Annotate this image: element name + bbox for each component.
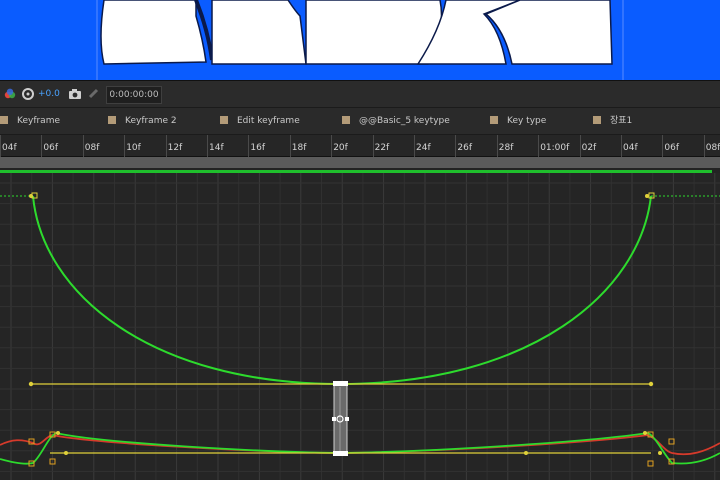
ruler-tick-line	[538, 135, 540, 157]
ruler-tick-line	[248, 135, 250, 157]
ruler-tick-line	[455, 135, 457, 157]
ruler-tick-label: 24f	[416, 143, 431, 153]
label-text: Key type	[507, 116, 547, 126]
ruler-tick-label: 02f	[581, 143, 597, 153]
label-text: Edit keyframe	[237, 116, 300, 126]
ruler-tick-line	[414, 135, 415, 157]
label-item-keyframe-2[interactable]: Keyframe 2	[108, 114, 177, 128]
label-text: 장표1	[610, 116, 633, 126]
ruler-tick-label: 08f	[84, 143, 100, 153]
ruler-tick-line	[289, 135, 291, 157]
label-item-basic-keytype[interactable]: @@Basic_5 keytype	[342, 114, 450, 128]
selection-handle-bottom[interactable]	[333, 451, 348, 456]
handle-point[interactable]	[648, 381, 654, 387]
ruler-tick-label: 08f	[705, 143, 720, 153]
ruler-tick-label: 10f	[126, 143, 141, 153]
label-swatch	[593, 116, 601, 124]
handle-point[interactable]	[56, 431, 60, 435]
label-swatch	[490, 116, 498, 124]
ruler-tick-line	[579, 135, 581, 157]
link-icon[interactable]	[88, 86, 100, 102]
label-item-edit-keyframe[interactable]: Edit keyframe	[220, 114, 300, 128]
ruler-tick-line	[331, 135, 333, 157]
handle-point[interactable]	[64, 451, 68, 455]
handle-point[interactable]	[643, 431, 647, 435]
label-swatch	[342, 116, 350, 124]
ruler-tick-label: 06f	[664, 143, 680, 153]
ruler-tick-label: 26f	[457, 143, 473, 153]
ruler-tick-label: 04f	[623, 143, 638, 153]
label-text: Keyframe 2	[125, 116, 177, 126]
white-shape	[484, 0, 613, 65]
label-item-slide-1[interactable]: 장표1	[593, 114, 632, 128]
label-swatch	[0, 116, 8, 124]
timecode-field[interactable]: 0:00:00:00	[106, 86, 162, 104]
selection-handle-right[interactable]	[345, 417, 349, 421]
label-swatch	[108, 116, 116, 124]
label-item-key-type[interactable]: Key type	[490, 114, 546, 128]
graph-editor[interactable]	[0, 173, 720, 480]
graph-canvas[interactable]	[0, 173, 720, 480]
ruler-tick-line	[82, 135, 84, 157]
handle-point[interactable]	[645, 194, 649, 198]
camera-icon[interactable]	[68, 86, 82, 102]
ruler-tick-line	[662, 135, 664, 157]
handle-point[interactable]	[524, 451, 528, 455]
ruler-tick-label: 04f	[2, 143, 17, 153]
ruler-tick-line	[621, 135, 622, 157]
exposure-icon[interactable]	[22, 86, 34, 102]
time-navigator[interactable]	[0, 157, 720, 168]
white-shape	[211, 0, 307, 65]
ruler-tick-line	[496, 135, 498, 157]
label-item-keyframe[interactable]: Keyframe	[0, 114, 60, 128]
time-ruler[interactable]: 04f 06f 08f 10f 12f 14f 16f 18f 20f 22f 24f 26f 28f 0…	[0, 135, 720, 157]
label-text: @@Basic_5 keytype	[359, 116, 450, 126]
ruler-tick-label: 14f	[209, 143, 224, 153]
ruler-tick-line	[165, 135, 167, 157]
ruler-tick-line	[372, 135, 374, 157]
ruler-tick-line	[207, 135, 208, 157]
exposure-value[interactable]: +0.0	[38, 86, 60, 102]
label-text: Keyframe	[17, 116, 61, 126]
preview-artwork	[96, 0, 624, 80]
selection-handle-left[interactable]	[332, 417, 336, 421]
timeline-toolbar: +0.0 0:00:00:00	[0, 80, 720, 107]
ruler-tick-label: 01:00f	[540, 143, 570, 153]
ruler-tick-label: 20f	[333, 143, 348, 153]
handle-point[interactable]	[28, 381, 34, 387]
selection-handle-top[interactable]	[333, 381, 348, 386]
white-shape	[100, 0, 207, 65]
speed-curve-green-lower[interactable]	[0, 432, 720, 465]
ruler-tick-label: 22f	[374, 143, 390, 153]
ruler-tick-line	[703, 135, 705, 157]
handle-point[interactable]	[658, 451, 662, 455]
ruler-tick-line	[0, 135, 1, 157]
ruler-tick-line	[124, 135, 126, 157]
ruler-tick-label: 12f	[167, 143, 183, 153]
ruler-tick-label: 28f	[498, 143, 514, 153]
color-wheel-icon[interactable]	[4, 86, 16, 102]
graph-grid	[0, 173, 720, 480]
ruler-tick-line	[41, 135, 43, 157]
lower-keyframes[interactable]	[28, 431, 675, 467]
composition-preview	[0, 0, 720, 80]
ruler-tick-label: 16f	[250, 143, 266, 153]
white-shape	[305, 0, 443, 65]
label-swatch	[220, 116, 228, 124]
ruler-tick-label: 18f	[291, 143, 307, 153]
white-shapes	[100, 0, 613, 65]
ruler-tick-label: 06f	[43, 143, 59, 153]
label-bar: Keyframe Keyframe 2 Edit keyframe @@Basi…	[0, 107, 720, 135]
